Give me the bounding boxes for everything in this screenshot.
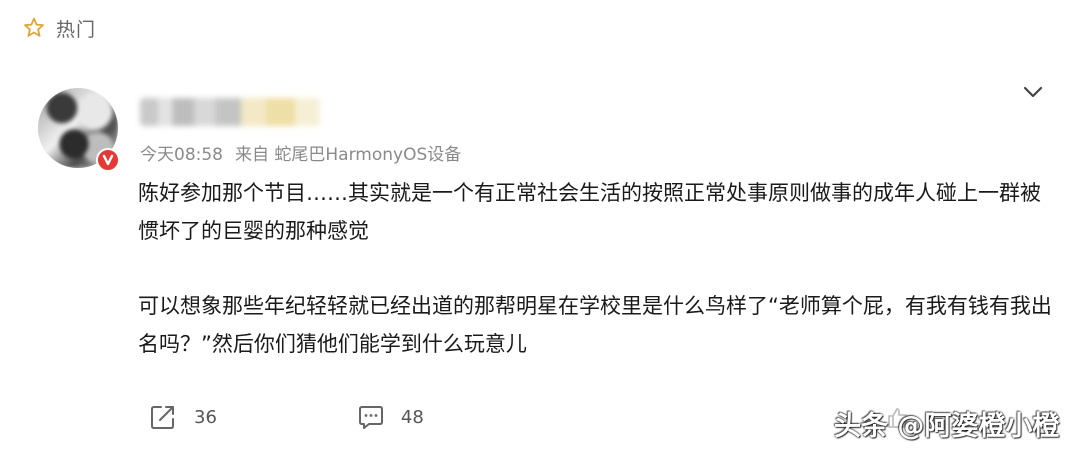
comment-paragraph-2: 可以想象那些年纪轻轻就已经出道的那帮明星在学校里是什么鸟样了“老师算个屁，有我有… xyxy=(138,294,1052,356)
repost-icon xyxy=(151,406,174,429)
weibo-comment-screen: 热门 今天08:58 来自 蛇尾巴HarmonyOS设备 陈好参加那个节目……其… xyxy=(0,0,1080,454)
chevron-down-icon[interactable] xyxy=(1018,80,1048,104)
comment-card: 今天08:58 来自 蛇尾巴HarmonyOS设备 陈好参加那个节目……其实就是… xyxy=(0,80,1080,454)
verified-icon xyxy=(102,154,114,166)
comment-body: 陈好参加那个节目……其实就是一个有正常社会生活的按照正常处事原则做事的成年人碰上… xyxy=(138,174,1058,363)
comment-icon xyxy=(358,406,383,429)
repost-button[interactable]: 36 xyxy=(148,402,217,432)
verified-badge xyxy=(96,148,120,172)
username-blurred[interactable] xyxy=(140,98,320,126)
comment-count: 48 xyxy=(400,406,424,428)
repost-count: 36 xyxy=(194,406,217,428)
comment-button[interactable]: 48 xyxy=(357,403,424,431)
comment-meta: 今天08:58 来自 蛇尾巴HarmonyOS设备 xyxy=(140,140,461,165)
comment-paragraph-1: 陈好参加那个节目……其实就是一个有正常社会生活的按照正常处事原则做事的成年人碰上… xyxy=(138,181,1041,243)
comment-source: 来自 蛇尾巴HarmonyOS设备 xyxy=(235,145,462,165)
star-icon xyxy=(24,17,44,37)
comment-actions: 36 48 xyxy=(148,402,564,432)
comment-time: 今天08:58 xyxy=(140,145,223,165)
toutiao-watermark: 头条 @阿婆橙小橙 xyxy=(834,411,1060,442)
hot-tab-label: 热门 xyxy=(56,18,97,41)
hot-tab[interactable]: 热门 xyxy=(22,14,96,42)
